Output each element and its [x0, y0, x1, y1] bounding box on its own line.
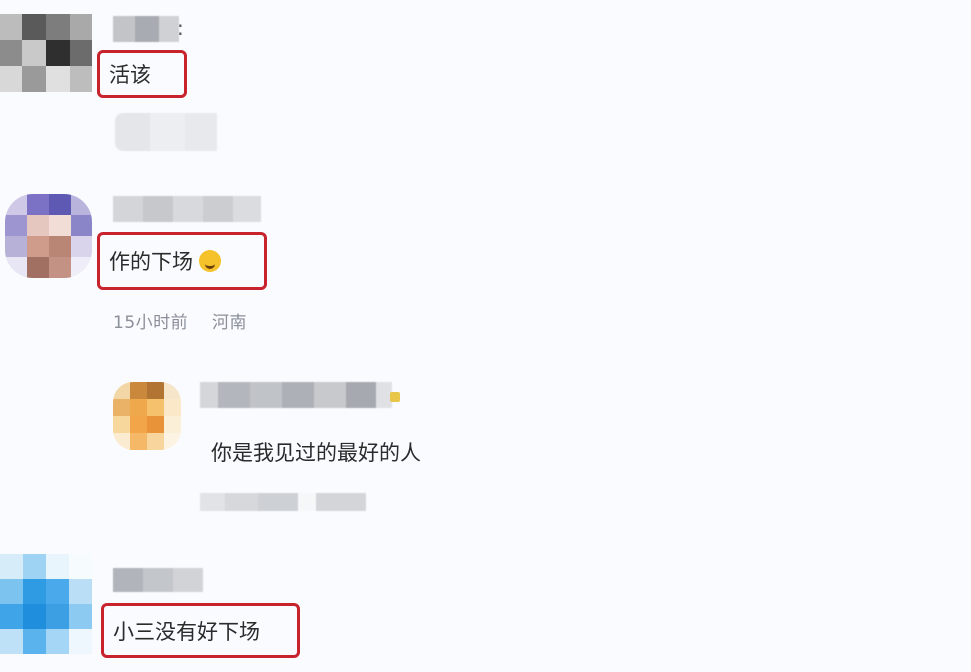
- meta-blurred: [115, 113, 217, 151]
- avatar[interactable]: [0, 14, 92, 92]
- username-blurred[interactable]: [200, 382, 392, 408]
- comment-text-highlight: 作的下场: [97, 232, 267, 290]
- avatar[interactable]: [113, 382, 181, 450]
- colon: :: [177, 16, 184, 40]
- username-blurred[interactable]: [113, 568, 203, 592]
- meta-blurred: [200, 493, 366, 511]
- username-blurred[interactable]: [113, 196, 261, 222]
- comment-meta: 15小时前 河南: [113, 308, 247, 333]
- comment-text: 小三没有好下场: [113, 619, 260, 644]
- comment-text: 活该: [109, 63, 151, 87]
- rolling-laughing-emoji-icon: [199, 250, 221, 272]
- username-blurred[interactable]: [113, 16, 179, 42]
- badge-icon: [390, 392, 400, 402]
- comment-thread: : 活该 作的下场 15小时前 河南 你是我见过的最好的人 小三没有好下场: [0, 0, 971, 672]
- comment-time: 15小时前: [113, 313, 189, 333]
- comment-text: 作的下场: [109, 250, 193, 274]
- avatar[interactable]: [5, 194, 92, 278]
- avatar[interactable]: [0, 554, 92, 654]
- reply-text: 你是我见过的最好的人: [211, 441, 421, 465]
- comment-text-highlight: 活该: [97, 50, 187, 98]
- comment-text-highlight: 小三没有好下场: [101, 603, 300, 658]
- comment-location: 河南: [211, 313, 247, 333]
